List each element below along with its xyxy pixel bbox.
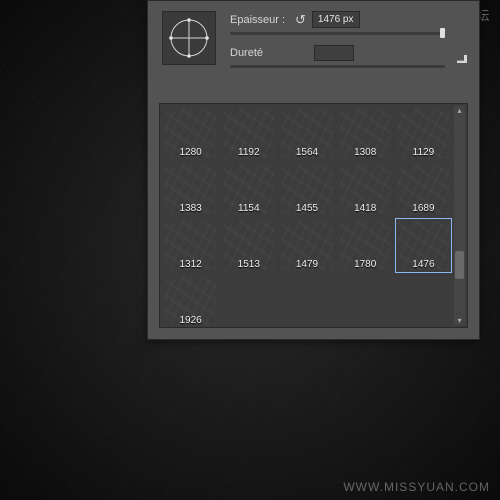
brush-size-slider[interactable]	[230, 32, 445, 35]
brush-size-label: Epaisseur :	[230, 14, 295, 26]
brush-item[interactable]: 1192	[220, 106, 277, 161]
brush-hardness-value[interactable]	[314, 45, 354, 61]
brush-item[interactable]: 1689	[395, 162, 452, 217]
brush-list-container: 1280 1192 1564 1308 1129 1383 1154 1455 1418 1689…	[159, 103, 468, 328]
brush-item[interactable]: 1476	[395, 218, 452, 273]
brush-size-caption: 1564	[296, 147, 318, 160]
scrollbar[interactable]: ▴ ▾	[454, 106, 465, 325]
brush-size-caption: 1418	[354, 203, 376, 216]
brush-size-caption: 1513	[238, 259, 260, 272]
brush-item[interactable]: 1564	[278, 106, 335, 161]
brush-preview[interactable]	[162, 11, 216, 65]
brush-size-caption: 1192	[238, 147, 260, 160]
brush-grid: 1280 1192 1564 1308 1129 1383 1154 1455 1418 1689…	[160, 104, 454, 327]
brush-item[interactable]: 1479	[278, 218, 335, 273]
brush-size-caption: 1476	[412, 259, 434, 272]
brush-shape-icon	[169, 18, 209, 58]
watermark-bottom: WWW.MISSYUAN.COM	[343, 480, 490, 494]
brush-item[interactable]: 1312	[162, 218, 219, 273]
brush-size-caption: 1154	[238, 203, 260, 216]
brush-size-caption: 1479	[296, 259, 318, 272]
brush-size-caption: 1129	[413, 147, 435, 160]
brush-size-caption: 1383	[179, 203, 201, 216]
brush-item[interactable]: 1129	[395, 106, 452, 161]
brush-item[interactable]: 1926	[162, 274, 219, 328]
brush-item[interactable]: 1383	[162, 162, 219, 217]
brush-item[interactable]: 1308	[337, 106, 394, 161]
brush-picker-panel: Epaisseur : ↺ 1476 px Dureté 1280 1192 156…	[147, 0, 480, 340]
scroll-down-icon[interactable]: ▾	[455, 316, 464, 325]
brush-size-value[interactable]: 1476 px	[312, 11, 360, 28]
scroll-thumb[interactable]	[455, 251, 464, 279]
brush-size-caption: 1312	[179, 259, 201, 272]
brush-size-caption: 1780	[354, 259, 376, 272]
scroll-up-icon[interactable]: ▴	[455, 106, 464, 115]
brush-size-caption: 1689	[412, 203, 434, 216]
reset-size-icon[interactable]: ↺	[295, 12, 306, 28]
slider-thumb-icon[interactable]	[440, 28, 445, 38]
brush-item[interactable]: 1154	[220, 162, 277, 217]
brush-size-caption: 1455	[296, 203, 318, 216]
brush-item[interactable]: 1455	[278, 162, 335, 217]
brush-item[interactable]: 1280	[162, 106, 219, 161]
brush-item[interactable]: 1513	[220, 218, 277, 273]
brush-item[interactable]: 1780	[337, 218, 394, 273]
brush-hardness-label: Dureté	[230, 47, 295, 59]
brush-size-caption: 1926	[179, 315, 201, 328]
brush-size-caption: 1308	[354, 147, 376, 160]
panel-menu-icon[interactable]	[453, 53, 467, 63]
brush-item[interactable]: 1418	[337, 162, 394, 217]
brush-size-caption: 1280	[179, 147, 201, 160]
brush-hardness-slider[interactable]	[230, 65, 445, 68]
